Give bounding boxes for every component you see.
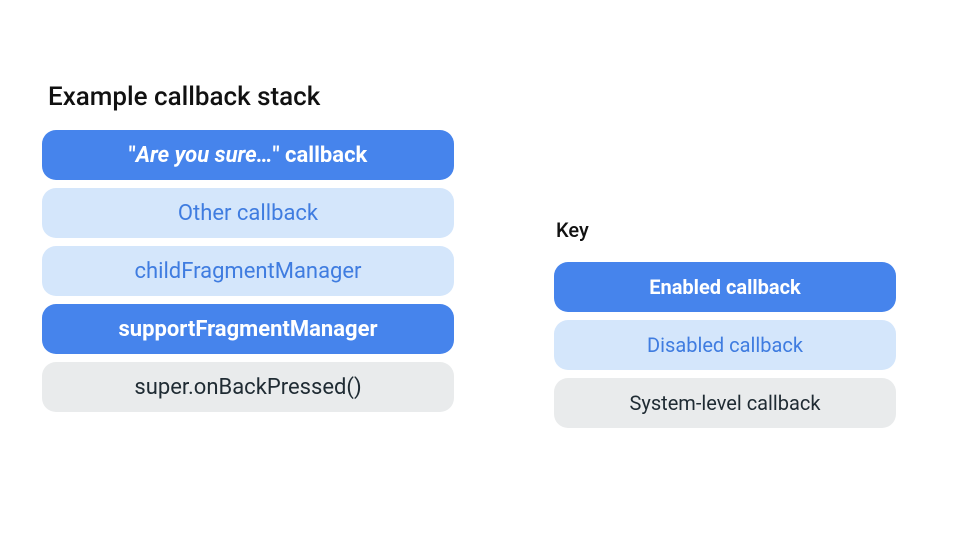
stack-item-italic: Are you sure… [136, 143, 273, 168]
stack-item-label: Other callback [178, 201, 318, 226]
stack-item-child-fragment-manager: childFragmentManager [42, 246, 454, 296]
legend-item-label: System-level callback [630, 391, 821, 415]
stack-item-label: childFragmentManager [134, 259, 361, 284]
legend-item-disabled: Disabled callback [554, 320, 896, 370]
stack-item-suffix: " callback [273, 143, 368, 168]
legend-item-label: Enabled callback [649, 275, 801, 299]
stack-item-label: super.onBackPressed() [134, 375, 361, 400]
legend-title: Key [554, 218, 896, 242]
stack-item-label: supportFragmentManager [118, 317, 377, 342]
stack-item-other-callback: Other callback [42, 188, 454, 238]
stack-title: Example callback stack [42, 82, 454, 112]
legend-item-enabled: Enabled callback [554, 262, 896, 312]
stack-item-support-fragment-manager: supportFragmentManager [42, 304, 454, 354]
legend-column: Key Enabled callback Disabled callback S… [554, 218, 896, 436]
callback-stack-column: Example callback stack "Are you sure…" c… [42, 82, 454, 420]
legend-item-label: Disabled callback [647, 333, 803, 357]
stack-item-super-on-back-pressed: super.onBackPressed() [42, 362, 454, 412]
legend-item-system: System-level callback [554, 378, 896, 428]
stack-item-prefix: " [129, 143, 136, 168]
stack-item-are-you-sure: "Are you sure…" callback [42, 130, 454, 180]
